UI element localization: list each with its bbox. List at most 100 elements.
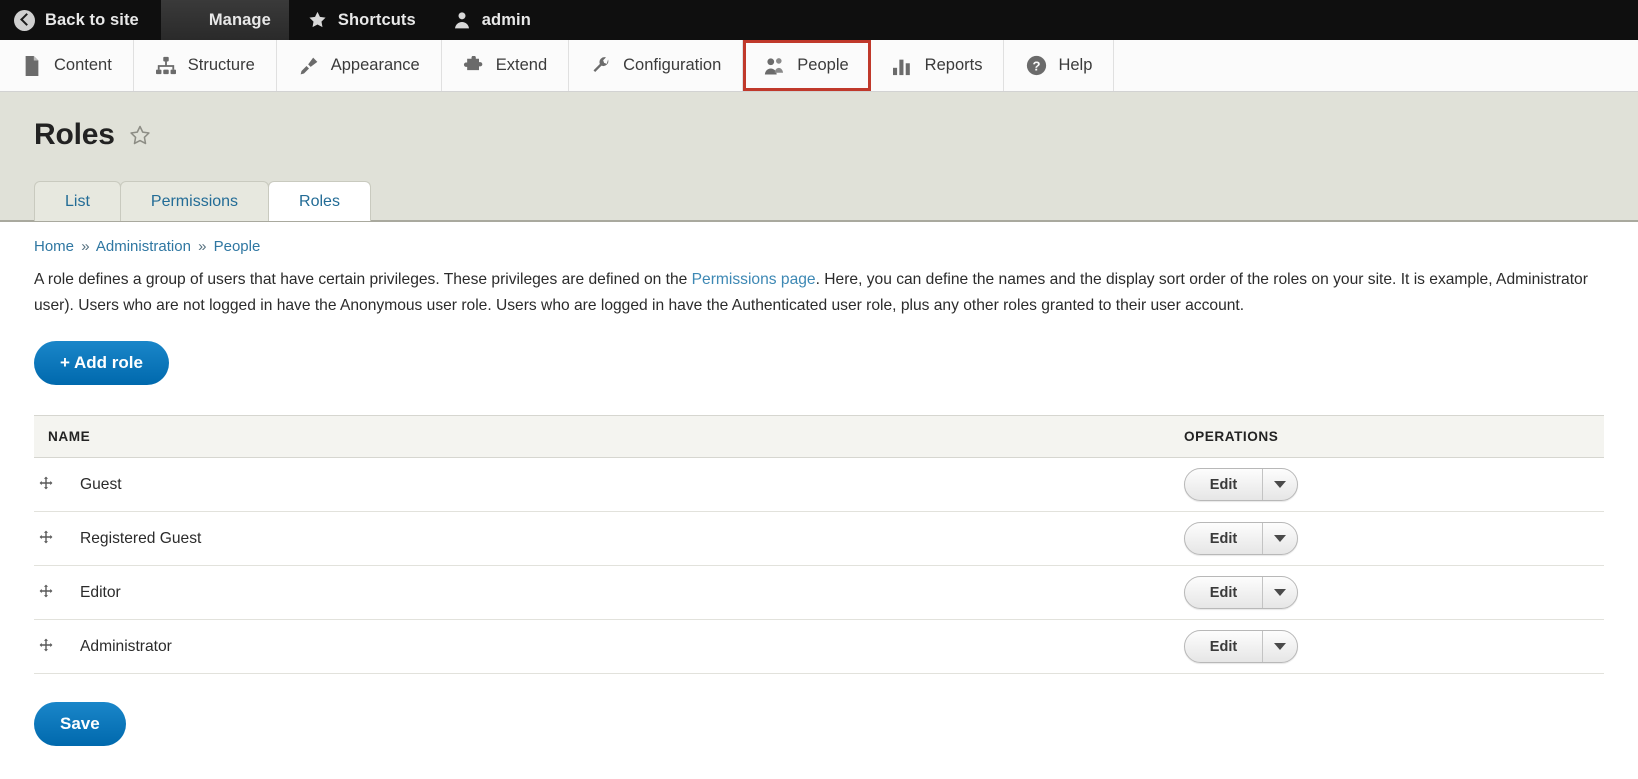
toolbar-label-manage: Manage (209, 11, 271, 30)
page-title-row: Roles (34, 118, 1604, 152)
roles-table-head: NAME OPERATIONS (34, 416, 1604, 458)
description-part-1: A role defines a group of users that hav… (34, 271, 692, 288)
edit-dropdown-toggle[interactable] (1263, 577, 1297, 608)
row-drag-cell (34, 512, 80, 566)
edit-dropdown-toggle[interactable] (1263, 469, 1297, 500)
row-drag-cell (34, 566, 80, 620)
table-row: Editor Edit (34, 566, 1604, 620)
edit-dropdown-toggle[interactable] (1263, 523, 1297, 554)
chevron-down-icon (1274, 589, 1286, 596)
menu-label-configuration: Configuration (623, 56, 721, 75)
drag-move-icon[interactable] (34, 472, 58, 496)
drag-move-icon[interactable] (34, 634, 58, 658)
drag-move-icon[interactable] (34, 580, 58, 604)
row-drag-cell (34, 458, 80, 512)
tab-list[interactable]: List (34, 181, 121, 221)
tab-label-list: List (65, 193, 90, 210)
edit-button[interactable]: Edit (1185, 523, 1263, 554)
chevron-down-icon (1274, 535, 1286, 542)
edit-split-button[interactable]: Edit (1184, 630, 1298, 663)
breadcrumb-item-home[interactable]: Home (34, 238, 74, 255)
paintbrush-icon (298, 55, 320, 77)
chevron-down-icon (1274, 481, 1286, 488)
column-header-name: NAME (34, 416, 1184, 458)
puzzle-piece-icon (463, 55, 485, 77)
table-row: Guest Edit (34, 458, 1604, 512)
roles-table: NAME OPERATIONS Guest Edit (34, 415, 1604, 674)
people-icon (764, 55, 786, 77)
menu-label-content: Content (54, 56, 112, 75)
role-name: Editor (80, 566, 1184, 620)
toolbar-item-admin-user[interactable]: admin (434, 0, 549, 40)
menu-item-reports[interactable]: Reports (871, 40, 1005, 91)
back-circle-icon (14, 10, 35, 31)
admin-menu-bar: Content Structure Appearance (0, 40, 1638, 92)
menu-item-configuration[interactable]: Configuration (569, 40, 743, 91)
breadcrumb: Home » Administration » People (34, 238, 1604, 255)
menu-item-people[interactable]: People (743, 40, 870, 91)
edit-button[interactable]: Edit (1185, 631, 1263, 662)
menu-label-help: Help (1058, 56, 1092, 75)
admin-toolbar: Back to site Manage Shortcuts admin (0, 0, 1638, 40)
role-name: Administrator (80, 620, 1184, 674)
edit-split-button[interactable]: Edit (1184, 522, 1298, 555)
sitemap-icon (155, 55, 177, 77)
chevron-down-icon (1274, 643, 1286, 650)
menu-item-help[interactable]: ? Help (1004, 40, 1114, 91)
save-button[interactable]: Save (34, 702, 126, 746)
row-operations-cell: Edit (1184, 512, 1604, 566)
hamburger-icon (179, 12, 199, 28)
form-actions: Save (0, 674, 1638, 746)
menu-item-structure[interactable]: Structure (134, 40, 277, 91)
breadcrumb-separator: » (81, 238, 89, 255)
tab-roles[interactable]: Roles (268, 181, 371, 221)
breadcrumb-separator: » (198, 238, 206, 255)
edit-dropdown-toggle[interactable] (1263, 631, 1297, 662)
wrench-icon (590, 55, 612, 77)
row-operations-cell: Edit (1184, 620, 1604, 674)
table-row: Registered Guest Edit (34, 512, 1604, 566)
tab-permissions[interactable]: Permissions (120, 181, 269, 221)
menu-label-reports: Reports (925, 56, 983, 75)
row-operations-cell: Edit (1184, 458, 1604, 512)
tab-label-roles: Roles (299, 193, 340, 210)
main-content: Home » Administration » People A role de… (0, 222, 1638, 674)
document-icon (21, 55, 43, 77)
breadcrumb-item-administration[interactable]: Administration (96, 238, 191, 255)
star-icon (307, 10, 328, 30)
menu-item-content[interactable]: Content (0, 40, 134, 91)
toolbar-label-shortcuts: Shortcuts (338, 11, 416, 30)
menu-label-structure: Structure (188, 56, 255, 75)
role-name: Guest (80, 458, 1184, 512)
tab-label-permissions: Permissions (151, 193, 238, 210)
page-tabs: List Permissions Roles (34, 180, 1604, 220)
menu-label-people: People (797, 56, 848, 75)
breadcrumb-item-people[interactable]: People (214, 238, 261, 255)
permissions-page-link[interactable]: Permissions page (692, 271, 816, 288)
table-header-row: NAME OPERATIONS (34, 416, 1604, 458)
star-outline-icon[interactable] (128, 124, 152, 147)
edit-split-button[interactable]: Edit (1184, 576, 1298, 609)
row-drag-cell (34, 620, 80, 674)
toolbar-label-admin-user: admin (482, 11, 531, 30)
edit-button[interactable]: Edit (1185, 469, 1263, 500)
edit-button[interactable]: Edit (1185, 577, 1263, 608)
menu-label-appearance: Appearance (331, 56, 420, 75)
menu-label-extend: Extend (496, 56, 547, 75)
toolbar-item-shortcuts[interactable]: Shortcuts (289, 0, 434, 40)
page-header-band: Roles List Permissions Roles (0, 92, 1638, 222)
menu-item-appearance[interactable]: Appearance (277, 40, 442, 91)
row-operations-cell: Edit (1184, 566, 1604, 620)
page-description: A role defines a group of users that hav… (34, 267, 1604, 319)
add-role-button[interactable]: + Add role (34, 341, 169, 385)
column-header-operations: OPERATIONS (1184, 416, 1604, 458)
user-icon (452, 10, 472, 30)
svg-text:?: ? (1032, 58, 1040, 73)
page-title: Roles (34, 118, 115, 152)
drag-move-icon[interactable] (34, 526, 58, 550)
toolbar-label-back-to-site: Back to site (45, 11, 139, 30)
menu-item-extend[interactable]: Extend (442, 40, 569, 91)
edit-split-button[interactable]: Edit (1184, 468, 1298, 501)
toolbar-item-back-to-site[interactable]: Back to site (0, 0, 161, 40)
toolbar-item-manage[interactable]: Manage (161, 0, 289, 40)
